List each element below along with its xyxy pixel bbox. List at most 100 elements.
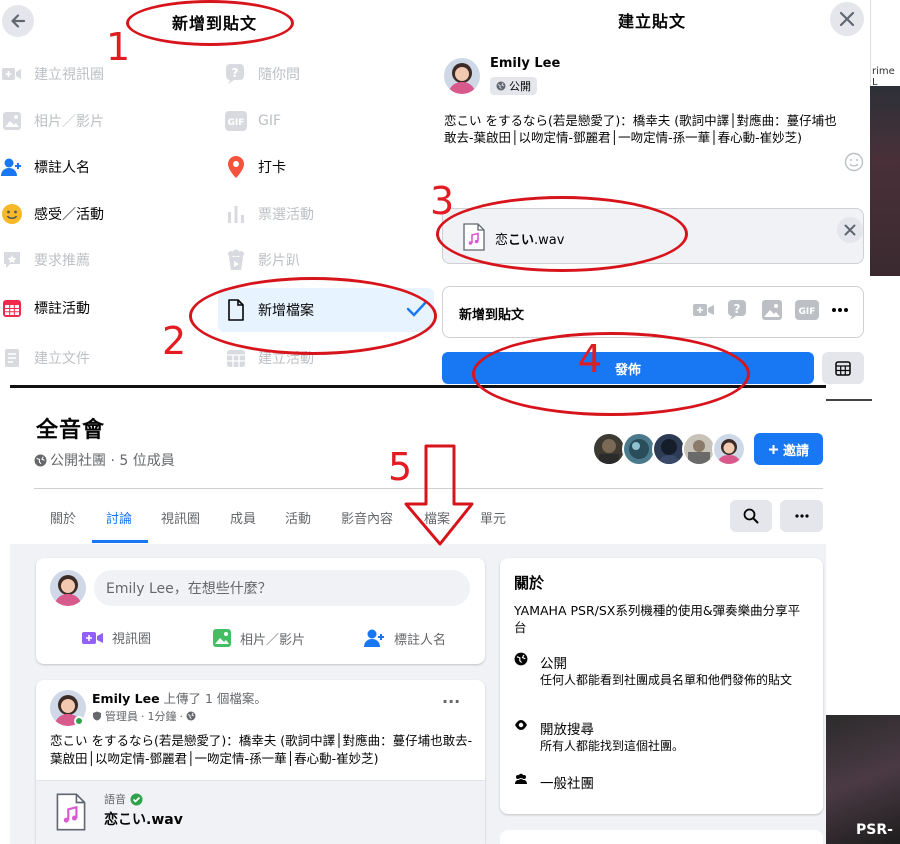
- video-camera-icon[interactable]: [693, 302, 715, 318]
- background-text: PSR-: [856, 822, 893, 838]
- plus-icon: [768, 444, 778, 454]
- audio-file-icon: [56, 793, 86, 831]
- emoji-icon[interactable]: [844, 152, 864, 172]
- privacy-selector[interactable]: 公開: [490, 77, 537, 95]
- composer-photo-button[interactable]: 相片／影片: [212, 628, 305, 648]
- option-label: 標註活動: [34, 301, 90, 317]
- svg-text:GIF: GIF: [228, 118, 245, 128]
- option-feeling[interactable]: 感受／活動: [0, 201, 104, 227]
- photo-icon: [213, 629, 231, 647]
- composer-room-button[interactable]: 視訊圈: [82, 628, 151, 647]
- tab-about[interactable]: 關於: [50, 508, 76, 527]
- verified-check-icon: [130, 793, 143, 805]
- annotation-number: 2: [162, 319, 187, 363]
- feed-post: Emily Lee 上傳了 1 個檔案。 管理員 · 1分鐘 · ··· 恋こい をす…: [36, 680, 485, 844]
- gif-icon[interactable]: GIF: [795, 300, 819, 320]
- background-text: rime L: [872, 66, 895, 88]
- more-options-button[interactable]: [780, 500, 823, 532]
- privacy-label: 公開: [509, 80, 531, 93]
- tab-discussion[interactable]: 討論: [106, 508, 132, 527]
- question-icon[interactable]: ?: [727, 299, 749, 321]
- avatar[interactable]: [592, 432, 626, 466]
- more-icon[interactable]: [831, 307, 849, 313]
- avatar[interactable]: [622, 432, 656, 466]
- tab-rooms[interactable]: 視訊圈: [161, 508, 200, 527]
- tab-members[interactable]: 成員: [230, 508, 256, 527]
- close-button[interactable]: [830, 2, 864, 36]
- eye-icon: [515, 720, 527, 730]
- option-label: 票選活動: [258, 207, 314, 223]
- annotation-ellipse: [189, 277, 437, 355]
- admin-shield-icon: [93, 711, 101, 721]
- screenshot-divider: [826, 399, 872, 401]
- about-privacy: 公開 任何人都能看到社團成員名單和他們發佈的貼文: [514, 652, 810, 689]
- svg-text:?: ?: [734, 302, 741, 316]
- option-tag-event[interactable]: 標註活動: [0, 295, 90, 321]
- search-button[interactable]: [730, 500, 772, 532]
- option-tag-people[interactable]: 標註人名: [0, 154, 90, 180]
- recommend-icon: [0, 248, 24, 272]
- background-image-fragment: [870, 86, 900, 276]
- calendar-icon: [0, 296, 24, 320]
- about-type: 一般社團: [514, 772, 594, 792]
- add-to-post-bar[interactable]: 新增到貼文 ? GIF: [442, 286, 864, 338]
- people-icon: [515, 773, 527, 784]
- post-attachment[interactable]: 語音 恋こい.wav: [36, 780, 485, 844]
- annotation-number: 1: [106, 25, 131, 69]
- avatar[interactable]: [682, 432, 716, 466]
- video-camera-icon: [0, 62, 24, 86]
- schedule-button[interactable]: [822, 352, 864, 384]
- post-meta: 管理員 · 1分鐘 ·: [92, 708, 196, 724]
- option-label: 相片／影片: [34, 114, 104, 130]
- invite-button[interactable]: 邀請: [754, 433, 823, 465]
- create-post-dialog: 建立貼文 Emily Lee 公開 恋こい をするなら(若是戀愛了)：橋幸夫 (…: [436, 0, 870, 386]
- poll-icon: [224, 202, 248, 226]
- avatar[interactable]: [652, 432, 686, 466]
- author-avatar: [444, 58, 480, 94]
- svg-text:?: ?: [232, 66, 239, 80]
- option-label: GIF: [258, 113, 282, 129]
- add-to-post-label: 新增到貼文: [459, 308, 525, 323]
- back-button[interactable]: [2, 5, 34, 37]
- annotation-ellipse: [436, 196, 688, 272]
- photo-icon[interactable]: [761, 299, 783, 321]
- about-card: 關於 YAMAHA PSR/SX系列機種的使用&彈奏樂曲分享平台 公開 任何人都能…: [500, 558, 823, 814]
- composer-input[interactable]: Emily Lee，在想些什麼？: [94, 570, 470, 606]
- composer-tag-button[interactable]: 標註人名: [364, 628, 446, 648]
- tab-units[interactable]: 單元: [480, 508, 506, 527]
- option-label: 打卡: [258, 160, 286, 176]
- avatar[interactable]: [712, 432, 746, 466]
- calendar-icon: [835, 361, 851, 376]
- post-more-button[interactable]: ···: [442, 692, 460, 711]
- globe-icon: [186, 711, 196, 721]
- close-icon: [844, 224, 856, 236]
- tab-events[interactable]: 活動: [285, 508, 311, 527]
- tag-people-icon: [364, 629, 384, 647]
- close-icon: [839, 11, 855, 27]
- option-watch-party: 影片趴: [224, 247, 300, 273]
- option-label: 影片趴: [258, 253, 300, 269]
- tag-people-icon: [0, 155, 24, 179]
- post-author[interactable]: Emily Lee: [92, 691, 160, 706]
- option-gif: GIF GIF: [224, 108, 281, 134]
- more-icon: [794, 514, 809, 518]
- about-description: YAMAHA PSR/SX系列機種的使用&彈奏樂曲分享平台: [514, 603, 801, 635]
- post-header: Emily Lee 上傳了 1 個檔案。: [92, 691, 267, 706]
- globe-icon: [34, 454, 47, 466]
- question-icon: ?: [224, 62, 248, 86]
- video-camera-icon: [82, 631, 103, 644]
- group-meta: 公開社團 · 5 位成員: [34, 450, 175, 470]
- search-icon: [743, 508, 759, 524]
- option-label: 建立文件: [34, 351, 90, 367]
- option-label: 要求推薦: [34, 253, 90, 269]
- remove-file-button[interactable]: [837, 217, 863, 243]
- option-label: 標註人名: [34, 160, 90, 176]
- tab-media[interactable]: 影音內容: [341, 508, 393, 527]
- post-text-input[interactable]: 恋こい をするなら(若是戀愛了)：橋幸夫 (歌詞中譯│對應曲：蔓仔埔也敢去-葉啟…: [444, 112, 840, 146]
- photo-icon: [0, 109, 24, 133]
- option-poll: 票選活動: [224, 201, 314, 227]
- avatar: [50, 570, 86, 606]
- popcorn-icon: [224, 248, 248, 272]
- about-visibility: 開放搜尋 所有人都能找到這個社團。: [514, 718, 810, 755]
- option-check-in[interactable]: 打卡: [224, 154, 286, 180]
